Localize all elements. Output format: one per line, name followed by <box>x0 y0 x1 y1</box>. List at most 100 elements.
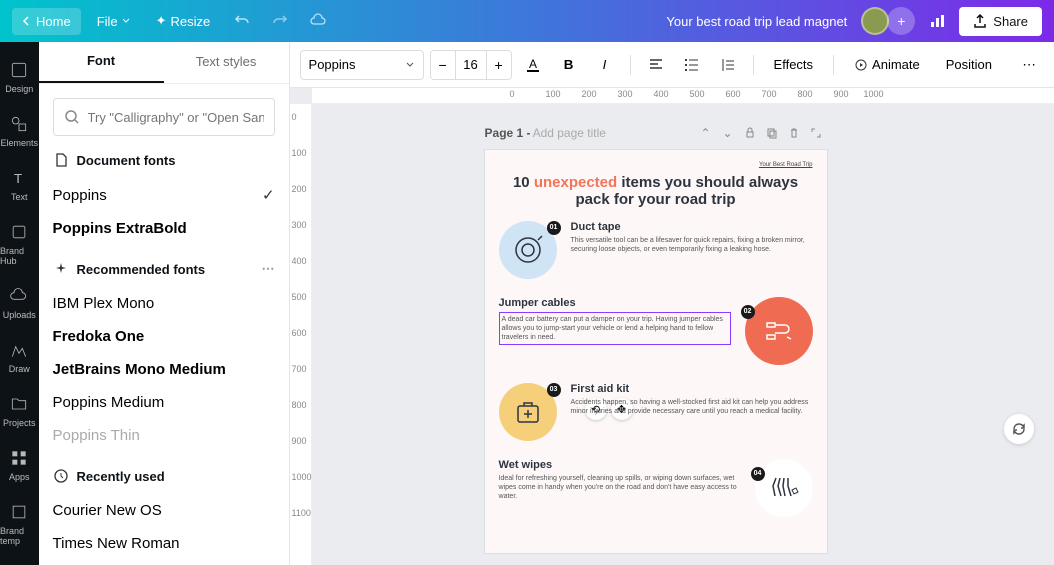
wet-wipes-icon <box>764 468 804 508</box>
refresh-button[interactable] <box>1004 414 1034 444</box>
font-courier-new[interactable]: Courier New OS <box>53 494 275 527</box>
document-title[interactable]: Your best road trip lead magnet <box>666 14 847 29</box>
resize-button[interactable]: ✦Resize <box>146 7 221 35</box>
canvas-page[interactable]: Your Best Road Trip 10 unexpected items … <box>485 150 827 553</box>
jumper-cables-icon <box>759 311 799 351</box>
font-size-input[interactable] <box>455 51 487 79</box>
cloud-icon <box>309 12 327 30</box>
align-button[interactable] <box>641 50 671 80</box>
item-description[interactable]: This versatile tool can be a lifesaver f… <box>571 236 813 254</box>
list-item[interactable]: 04 Wet wipes Ideal for refreshing yourse… <box>499 459 813 517</box>
rail-elements[interactable]: Elements <box>0 104 39 158</box>
item-title[interactable]: First aid kit <box>571 383 813 395</box>
list-button[interactable] <box>677 50 707 80</box>
share-label: Share <box>993 14 1028 29</box>
side-rail: Design Elements TText Brand Hub Uploads … <box>0 42 39 565</box>
item-description[interactable]: Ideal for refreshing yourself, cleaning … <box>499 474 741 501</box>
bold-button[interactable]: B <box>554 50 584 80</box>
rail-uploads[interactable]: Uploads <box>0 276 39 330</box>
trash-icon <box>788 127 800 139</box>
item-title[interactable]: Wet wipes <box>499 459 741 471</box>
position-button[interactable]: Position <box>936 51 1002 78</box>
spacing-button[interactable] <box>713 50 743 80</box>
animate-button[interactable]: Animate <box>844 51 930 78</box>
rail-text[interactable]: TText <box>0 158 39 212</box>
file-label: File <box>97 14 118 29</box>
font-jetbrains-mono[interactable]: JetBrains Mono Medium <box>53 353 275 386</box>
home-button[interactable]: Home <box>12 8 81 35</box>
lock-button[interactable] <box>739 122 761 144</box>
text-icon: T <box>9 168 29 188</box>
page-number-label: Page 1 - <box>485 126 531 140</box>
uploads-icon <box>9 286 29 306</box>
delete-page-button[interactable] <box>783 122 805 144</box>
document-heading[interactable]: 10 unexpected items you should always pa… <box>499 174 813 209</box>
rail-brand-templates[interactable]: Brand temp <box>0 492 39 556</box>
apps-icon <box>9 448 29 468</box>
lock-icon <box>744 127 756 139</box>
horizontal-ruler: 0 100 200 300 400 500 600 700 800 900 10… <box>312 88 1054 104</box>
file-menu-button[interactable]: File <box>87 8 140 35</box>
text-styles-tab[interactable]: Text styles <box>164 42 289 83</box>
redo-button[interactable] <box>264 5 296 37</box>
top-bar: Home File ✦Resize Your best road trip le… <box>0 0 1054 42</box>
share-button[interactable]: Share <box>959 7 1042 36</box>
more-options-button[interactable]: ⋯ <box>1014 50 1044 80</box>
rail-brand-hub[interactable]: Brand Hub <box>0 212 39 276</box>
bar-chart-icon <box>928 12 946 30</box>
canvas-scroll[interactable]: Page 1 - Add page title ⌃ ⌄ Your Best Ro… <box>290 104 1054 565</box>
recommended-fonts-header: Recommended fonts ⋯ <box>53 261 275 277</box>
font-panel: Font Text styles Document fonts Poppins✓… <box>39 42 290 565</box>
font-fredoka-one[interactable]: Fredoka One <box>53 320 275 353</box>
user-avatar[interactable] <box>861 7 889 35</box>
add-collaborator-button[interactable]: + <box>887 7 915 35</box>
page-up-button[interactable]: ⌃ <box>695 122 717 144</box>
expand-page-button[interactable] <box>805 122 827 144</box>
font-poppins-extrabold[interactable]: Poppins ExtraBold <box>53 212 275 245</box>
text-color-button[interactable]: A <box>518 50 548 80</box>
refresh-icon <box>1011 421 1027 437</box>
font-size-decrease[interactable]: − <box>431 51 455 79</box>
item-description[interactable]: Accidents happen, so having a well-stock… <box>571 398 813 416</box>
font-search-input[interactable] <box>88 110 264 125</box>
undo-button[interactable] <box>226 5 258 37</box>
elements-icon <box>9 114 29 134</box>
font-times-new-roman[interactable]: Times New Roman <box>53 527 275 560</box>
list-item[interactable]: 03 First aid kit Accidents happen, so ha… <box>499 383 813 441</box>
font-tab[interactable]: Font <box>39 42 164 83</box>
font-search[interactable] <box>53 98 275 136</box>
spacing-icon <box>720 57 736 73</box>
duplicate-page-button[interactable] <box>761 122 783 144</box>
italic-button[interactable]: I <box>590 50 620 80</box>
page-down-button[interactable]: ⌄ <box>717 122 739 144</box>
font-poppins[interactable]: Poppins✓ <box>53 178 275 212</box>
rail-projects[interactable]: Projects <box>0 384 39 438</box>
canvas-area: Poppins − + A B I Effects Animate Positi… <box>290 42 1054 565</box>
svg-text:T: T <box>14 171 22 186</box>
item-title[interactable]: Jumper cables <box>499 297 731 309</box>
redo-icon <box>272 13 288 29</box>
page-title-input[interactable]: Add page title <box>533 126 606 140</box>
animate-icon <box>854 58 868 72</box>
font-size-increase[interactable]: + <box>487 51 511 79</box>
font-poppins-medium[interactable]: Poppins Medium <box>53 386 275 419</box>
copy-icon <box>766 127 778 139</box>
font-poppins-thin[interactable]: Poppins Thin <box>53 419 275 452</box>
cloud-sync-button[interactable] <box>302 5 334 37</box>
document-fonts-header: Document fonts <box>53 152 275 168</box>
rail-apps[interactable]: Apps <box>0 438 39 492</box>
brand-temp-icon <box>9 502 29 522</box>
list-item[interactable]: 02 Jumper cables A dead car battery can … <box>499 297 813 365</box>
font-ibm-plex-mono[interactable]: IBM Plex Mono <box>53 287 275 320</box>
effects-button[interactable]: Effects <box>764 51 824 78</box>
item-number-badge: 04 <box>751 467 765 481</box>
font-family-select[interactable]: Poppins <box>300 50 424 80</box>
analytics-button[interactable] <box>921 5 953 37</box>
rail-design[interactable]: Design <box>0 50 39 104</box>
font-size-stepper: − + <box>430 50 512 80</box>
item-title[interactable]: Duct tape <box>571 221 813 233</box>
rail-draw[interactable]: Draw <box>0 330 39 384</box>
more-options-button[interactable]: ⋯ <box>262 261 275 277</box>
item-description-selected[interactable]: A dead car battery can put a damper on y… <box>499 312 731 345</box>
list-item[interactable]: 01 Duct tape This versatile tool can be … <box>499 221 813 279</box>
